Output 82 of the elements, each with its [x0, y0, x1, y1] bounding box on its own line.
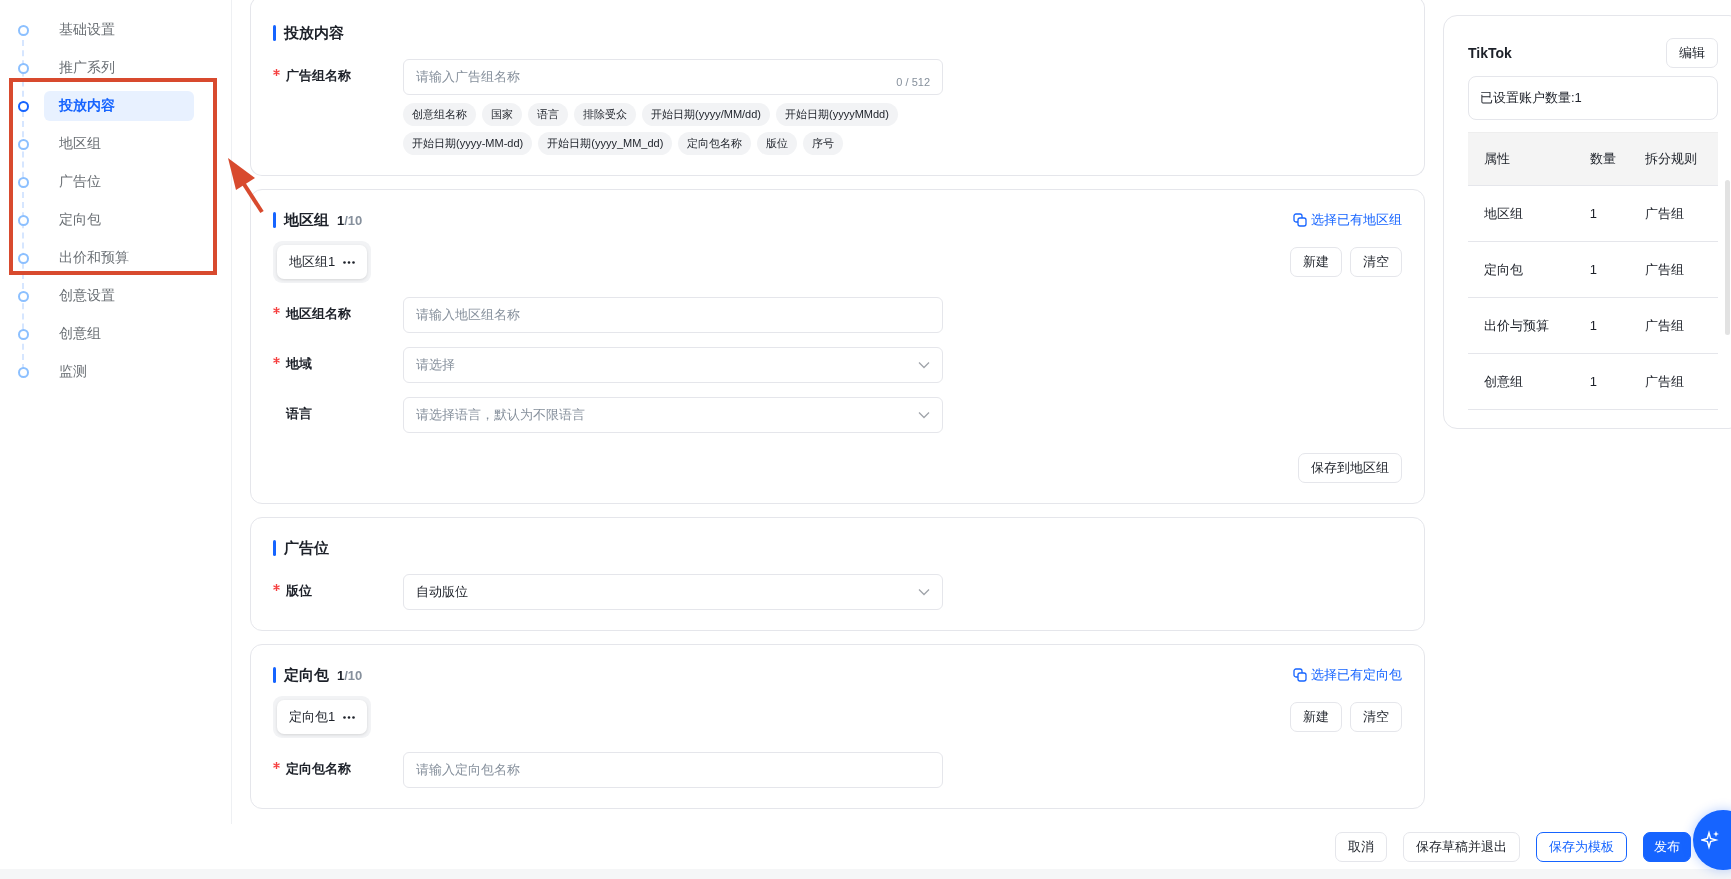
chevron-down-icon: [918, 411, 930, 419]
select-existing-link[interactable]: 选择已有定向包: [1293, 666, 1402, 684]
required-icon: [273, 69, 280, 76]
table-cell: 广告组: [1629, 353, 1718, 410]
action-button[interactable]: 新建: [1290, 247, 1342, 277]
field-label: 语言: [284, 405, 313, 423]
section-title: 定向包: [284, 665, 329, 685]
chevron-down-icon: [918, 588, 930, 596]
section-title: 地区组: [284, 210, 329, 230]
variable-tag[interactable]: 国家: [482, 103, 522, 126]
nav-item[interactable]: 基础设置: [44, 15, 194, 45]
variable-tag[interactable]: 版位: [757, 132, 798, 155]
table-cell: 创意组: [1468, 353, 1574, 410]
more-icon[interactable]: [343, 260, 356, 264]
more-icon[interactable]: [343, 715, 356, 719]
account-count: 已设置账户数量:1: [1468, 76, 1718, 120]
action-button[interactable]: 清空: [1350, 702, 1402, 732]
nav-item[interactable]: 创意组: [44, 319, 194, 349]
action-button[interactable]: 新建: [1290, 702, 1342, 732]
variable-tag[interactable]: 创意组名称: [403, 103, 476, 126]
table-cell: 1: [1573, 297, 1630, 354]
group-tab[interactable]: 定向包1: [277, 700, 368, 734]
footer-button[interactable]: 取消: [1335, 831, 1387, 862]
field-label: 地区组名称: [273, 297, 403, 333]
copy-icon: [1293, 213, 1307, 227]
select-existing-link[interactable]: 选择已有地区组: [1293, 211, 1402, 229]
section-count: 1/10: [337, 667, 363, 683]
table-cell: 地区组: [1468, 185, 1574, 242]
variable-tag[interactable]: 语言: [528, 103, 568, 126]
table-cell: 出价与预算: [1468, 297, 1574, 354]
copy-icon: [1293, 668, 1307, 682]
footer-button[interactable]: 保存为模板: [1536, 831, 1627, 862]
required-icon: [273, 357, 280, 364]
save-group-button[interactable]: 保存到地区组: [1298, 453, 1402, 483]
variable-tag[interactable]: 排除受众: [574, 103, 636, 126]
field-label: 地域: [273, 347, 403, 383]
nav-item[interactable]: 推广系列: [44, 53, 194, 83]
field-label: 版位: [273, 574, 403, 610]
edit-button[interactable]: 编辑: [1666, 38, 1718, 68]
column-header: 数量: [1573, 132, 1630, 186]
field-label: 广告组名称: [273, 59, 403, 95]
chevron-down-icon: [918, 361, 930, 369]
sparkle-icon: [1701, 830, 1721, 850]
table-cell: 广告组: [1629, 241, 1718, 298]
table-cell: 1: [1573, 241, 1630, 298]
footer-button[interactable]: 发布: [1643, 831, 1691, 862]
scrollbar[interactable]: [1725, 180, 1730, 335]
variable-tag[interactable]: 开始日期(yyyyMMdd): [776, 103, 898, 126]
select-field[interactable]: 自动版位: [403, 574, 943, 610]
variable-tag[interactable]: 序号: [803, 132, 844, 155]
table-cell: 1: [1573, 185, 1630, 242]
text-field[interactable]: 请输入广告组名称 0 / 512: [403, 59, 943, 95]
variable-tag[interactable]: 开始日期(yyyy_MM_dd): [538, 132, 673, 155]
nav-item[interactable]: 创意设置: [44, 281, 194, 311]
table-cell: 1: [1573, 353, 1630, 410]
required-icon: [273, 584, 280, 591]
section-title: 投放内容: [284, 23, 344, 43]
nav-item[interactable]: 投放内容: [44, 91, 194, 121]
annotation-arrow: [228, 158, 264, 214]
group-tab[interactable]: 地区组1: [277, 245, 368, 279]
table-cell: 广告组: [1629, 297, 1718, 354]
nav-item[interactable]: 出价和预算: [44, 243, 194, 273]
nav-item[interactable]: 监测: [44, 357, 194, 387]
variable-tag[interactable]: 开始日期(yyyy/MM/dd): [642, 103, 770, 126]
variable-tag[interactable]: 定向包名称: [678, 132, 752, 155]
text-field[interactable]: 请输入地区组名称: [403, 297, 943, 333]
table-cell: 广告组: [1629, 185, 1718, 242]
panel-title: TikTok: [1468, 45, 1512, 61]
section-title: 广告位: [284, 538, 329, 558]
section-count: 1/10: [337, 212, 363, 228]
field-label: 定向包名称: [273, 752, 403, 788]
action-button[interactable]: 清空: [1350, 247, 1402, 277]
required-icon: [273, 762, 280, 769]
nav-item[interactable]: 地区组: [44, 129, 194, 159]
column-header: 拆分规则: [1629, 132, 1718, 186]
variable-tag[interactable]: 开始日期(yyyy-MM-dd): [403, 132, 533, 155]
nav-item[interactable]: 定向包: [44, 205, 194, 235]
footer-button[interactable]: 保存草稿并退出: [1403, 831, 1520, 862]
column-header: 属性: [1468, 132, 1574, 186]
table-cell: 定向包: [1468, 241, 1574, 298]
nav-item[interactable]: 广告位: [44, 167, 194, 197]
required-icon: [273, 307, 280, 314]
